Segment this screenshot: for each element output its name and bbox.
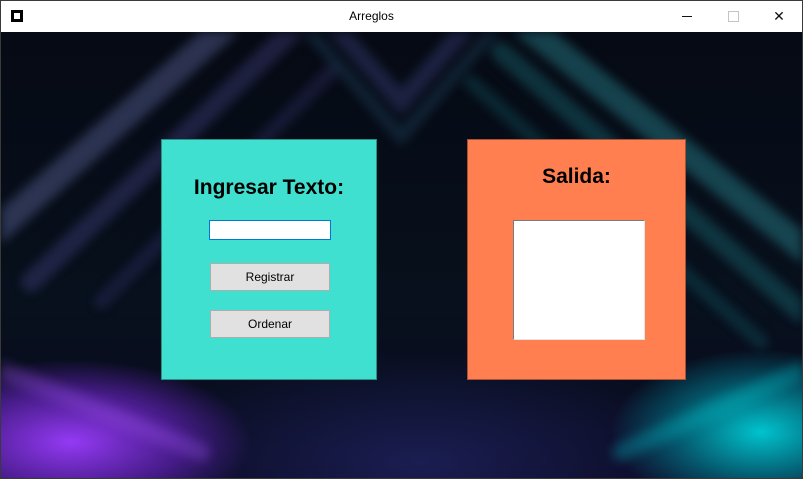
text-input[interactable] bbox=[209, 220, 331, 240]
close-icon: ✕ bbox=[773, 8, 785, 24]
maximize-button[interactable] bbox=[710, 1, 756, 32]
output-listbox[interactable] bbox=[513, 220, 645, 340]
maximize-icon bbox=[727, 11, 739, 22]
registrar-button[interactable]: Registrar bbox=[210, 263, 330, 291]
close-button[interactable]: ✕ bbox=[756, 1, 802, 32]
ordenar-button[interactable]: Ordenar bbox=[210, 310, 330, 338]
input-panel: Ingresar Texto: Registrar Ordenar bbox=[161, 139, 377, 380]
output-heading: Salida: bbox=[542, 165, 611, 188]
output-panel: Salida: bbox=[467, 139, 686, 380]
form-client-area: Ingresar Texto: Registrar Ordenar Salida… bbox=[1, 32, 802, 478]
app-window: Arreglos ✕ Ingresar Texto: Registrar Ord… bbox=[0, 0, 803, 479]
minimize-button[interactable] bbox=[664, 1, 710, 32]
title-bar[interactable]: Arreglos ✕ bbox=[1, 1, 802, 32]
input-heading: Ingresar Texto: bbox=[193, 176, 345, 199]
window-title: Arreglos bbox=[349, 9, 394, 23]
minimize-icon bbox=[682, 16, 692, 17]
